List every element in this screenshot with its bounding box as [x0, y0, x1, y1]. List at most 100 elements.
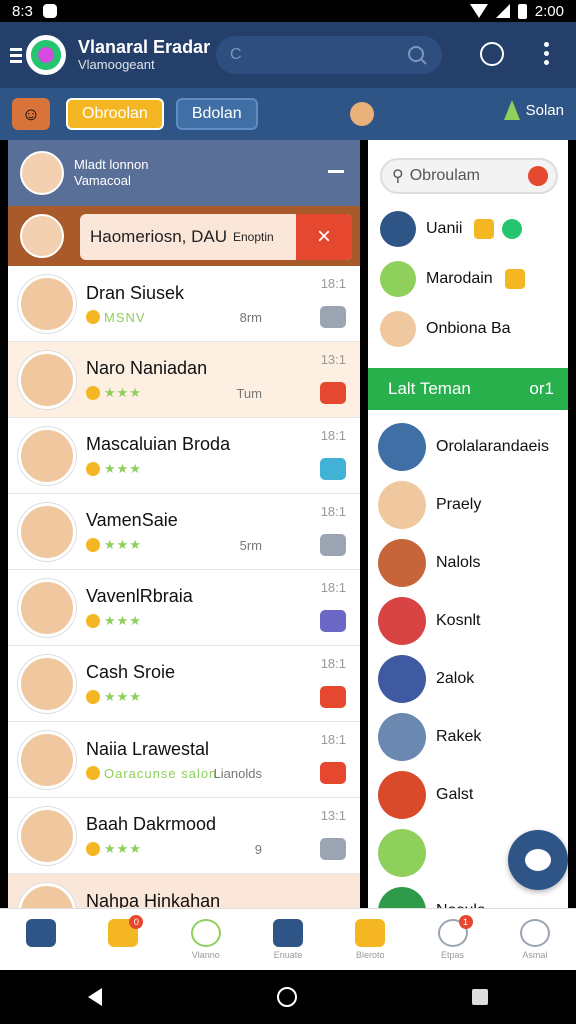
- emoji-icon: [86, 386, 100, 400]
- friend-name: 2alok: [436, 670, 475, 687]
- chat-body: VavenlRbraia ★★★: [86, 586, 193, 629]
- chat-list-item[interactable]: Dran Siusek MSNV 18:1 8rm: [8, 266, 360, 342]
- chat-list-item[interactable]: Baah Dakrmood ★★★ 13:1 9: [8, 798, 360, 874]
- nav-status[interactable]: Vlanno: [174, 918, 238, 961]
- friend-item[interactable]: Kosnlt: [368, 592, 568, 650]
- nav-label: Asmal: [522, 949, 548, 960]
- chat-name: Naro Naniadan: [86, 358, 208, 378]
- app-bar: Vlanaral Eradar Vlamoogeant C: [0, 22, 576, 88]
- chat-list-item[interactable]: VamenSaie ★★★ 18:1 5rm: [8, 494, 360, 570]
- new-chat-fab[interactable]: [508, 830, 568, 890]
- chat-badge-icon[interactable]: [320, 306, 346, 328]
- chat-badge-icon[interactable]: [320, 838, 346, 860]
- tab-solan[interactable]: Solan: [503, 100, 564, 120]
- send-icon[interactable]: [502, 219, 523, 239]
- notification-row[interactable]: Haomeriosn, DAU Enoptin ×: [8, 206, 360, 266]
- nav-home[interactable]: [9, 918, 73, 961]
- panel-search-input[interactable]: ⚲ Obroulam: [380, 158, 558, 194]
- chat-body: Dran Siusek MSNV: [86, 283, 184, 325]
- avatar: [378, 713, 426, 761]
- chat-meta: ★★★: [86, 689, 175, 705]
- chat-list-header[interactable]: Mladt lonnon Vamacoal: [8, 140, 360, 206]
- chat-badge-icon[interactable]: [320, 762, 346, 784]
- tab-bar: ☺ Obroolan Bdolan Solan: [0, 88, 576, 140]
- chat-badge-icon[interactable]: [320, 534, 346, 556]
- nav-groups[interactable]: Etpas 1: [421, 914, 485, 961]
- nav-status-icon: [190, 918, 221, 947]
- chat-meta: MSNV: [86, 310, 184, 325]
- chat-body: Naiia Lrawestal Oaracunse salon: [86, 739, 217, 781]
- chat-extra: 9: [254, 842, 262, 857]
- friend-item[interactable]: Galst: [368, 766, 568, 824]
- panel-item[interactable]: Uanii: [368, 204, 568, 254]
- close-button[interactable]: ×: [296, 214, 352, 260]
- chat-name: Mascaluian Broda: [86, 434, 231, 454]
- avatar: [20, 151, 64, 195]
- chat-extra: Lianolds: [213, 766, 262, 781]
- bottom-nav: 0 Vlanno Enuate Bleroto Etpas 1 Asmal: [0, 908, 576, 970]
- tab-obroolan[interactable]: Obroolan: [66, 98, 164, 130]
- search-input[interactable]: C: [216, 36, 442, 74]
- chat-badge-icon[interactable]: [320, 458, 346, 480]
- chat-extra: 8rm: [239, 310, 262, 325]
- chat-badge-icon[interactable]: [320, 382, 346, 404]
- friend-name: Rakek: [436, 728, 482, 745]
- record-icon[interactable]: [528, 166, 548, 186]
- chat-bubble-icon[interactable]: [480, 42, 504, 66]
- chat-list-item[interactable]: Naro Naniadan ★★★ 13:1 Tum: [8, 342, 360, 418]
- header-line2: Vamacoal: [74, 173, 131, 188]
- chat-badge-icon[interactable]: [320, 686, 346, 708]
- chat-list-item[interactable]: Nahpa Hinkahan: [8, 874, 360, 908]
- more-options-icon[interactable]: [544, 42, 549, 65]
- avatar: [18, 274, 76, 333]
- panel-item[interactable]: Marodain: [368, 254, 568, 304]
- panel-item[interactable]: Onbiona Ba: [368, 304, 568, 354]
- collapse-icon[interactable]: [328, 170, 344, 173]
- header-line1: Mladt lonnon: [74, 157, 149, 173]
- tab-avatar[interactable]: [349, 102, 374, 126]
- nav-profile[interactable]: Asmal: [503, 918, 567, 961]
- avatar: [378, 423, 426, 471]
- chat-time: 18:1: [320, 504, 346, 519]
- chat-list-item[interactable]: Naiia Lrawestal Oaracunse salon 18:1 Lianol…: [8, 722, 360, 798]
- emoji-icon: [86, 462, 100, 476]
- recent-apps-icon[interactable]: [472, 989, 489, 1005]
- notification-pill[interactable]: Haomeriosn, DAU Enoptin ×: [80, 214, 352, 260]
- nav-updates[interactable]: Enuate: [256, 918, 320, 961]
- chat-badge-icon[interactable]: [320, 610, 346, 632]
- avatar: [18, 730, 76, 789]
- chat-list-item[interactable]: Cash Sroie ★★★ 18:1: [8, 646, 360, 722]
- friends-banner-count: or1: [529, 379, 554, 398]
- chat-meta-text: ★★★: [104, 537, 142, 552]
- avatar: [18, 882, 76, 908]
- nav-badge: 1: [458, 914, 473, 929]
- menu-icon[interactable]: [10, 47, 22, 63]
- panel-item-icon: [380, 211, 416, 247]
- chat-meta: ★★★: [86, 461, 230, 477]
- panel-item-label: Uanii: [426, 220, 463, 237]
- gift-icon: [504, 269, 525, 289]
- friend-item[interactable]: 2alok: [368, 650, 568, 708]
- back-icon[interactable]: [87, 988, 102, 1006]
- panel-search-placeholder: Obroulam: [409, 167, 480, 184]
- chat-meta-text: Oaracunse salon: [104, 765, 218, 781]
- friend-item[interactable]: Rakek: [368, 708, 568, 766]
- chat-name: Nahpa Hinkahan: [86, 891, 221, 908]
- wifi-icon: [469, 4, 488, 18]
- nav-notifications[interactable]: 0: [91, 914, 155, 961]
- nav-label: Vlanno: [191, 949, 220, 960]
- friend-item[interactable]: Praely: [368, 476, 568, 534]
- chat-name: Dran Siusek: [86, 282, 185, 303]
- chat-time: 13:1: [320, 352, 346, 367]
- home-icon[interactable]: [276, 987, 297, 1007]
- avatar: [18, 426, 76, 485]
- friend-item[interactable]: Nalols: [368, 534, 568, 592]
- search-icon: ⚲: [392, 168, 404, 185]
- chat-list-item[interactable]: VavenlRbraia ★★★ 18:1: [8, 570, 360, 646]
- friends-banner[interactable]: Lalt Teman or1: [368, 368, 568, 410]
- emoji-icon[interactable]: ☺: [12, 98, 50, 130]
- chat-list-item[interactable]: Mascaluian Broda ★★★ 18:1: [8, 418, 360, 494]
- friend-item[interactable]: Orolalarandaeis: [368, 418, 568, 476]
- nav-favorites[interactable]: Bleroto: [338, 918, 402, 961]
- tab-bdolan[interactable]: Bdolan: [175, 98, 258, 130]
